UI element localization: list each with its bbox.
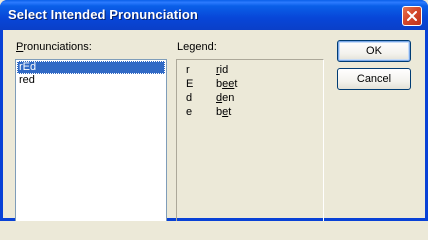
legend-example-word: beet	[216, 78, 238, 90]
ok-button[interactable]: OK	[337, 40, 411, 62]
legend-panel: r rid E beet d den e bet	[176, 59, 324, 221]
legend-symbol: e	[186, 106, 193, 118]
close-icon	[407, 11, 417, 21]
legend-symbol: E	[186, 78, 194, 90]
title-bar[interactable]: Select Intended Pronunciation	[0, 0, 428, 30]
dialog-body: Pronunciations: rEd red Legend: r rid E …	[3, 30, 425, 221]
close-button[interactable]	[402, 6, 422, 26]
pronunciations-listbox[interactable]: rEd red	[15, 59, 167, 221]
list-item[interactable]: rEd	[17, 61, 165, 74]
legend-label: Legend:	[177, 41, 217, 53]
cancel-button[interactable]: Cancel	[337, 68, 411, 90]
dialog-window: Select Intended Pronunciation Pronunciat…	[0, 0, 428, 221]
legend-example-word: bet	[216, 106, 232, 118]
legend-symbol: d	[186, 92, 193, 104]
list-item[interactable]: red	[17, 74, 165, 87]
pronunciations-label: Pronunciations:	[16, 41, 92, 53]
legend-example-word: rid	[216, 64, 229, 76]
window-title: Select Intended Pronunciation	[8, 7, 198, 22]
legend-symbol: r	[186, 64, 190, 76]
legend-example-word: den	[216, 92, 235, 104]
